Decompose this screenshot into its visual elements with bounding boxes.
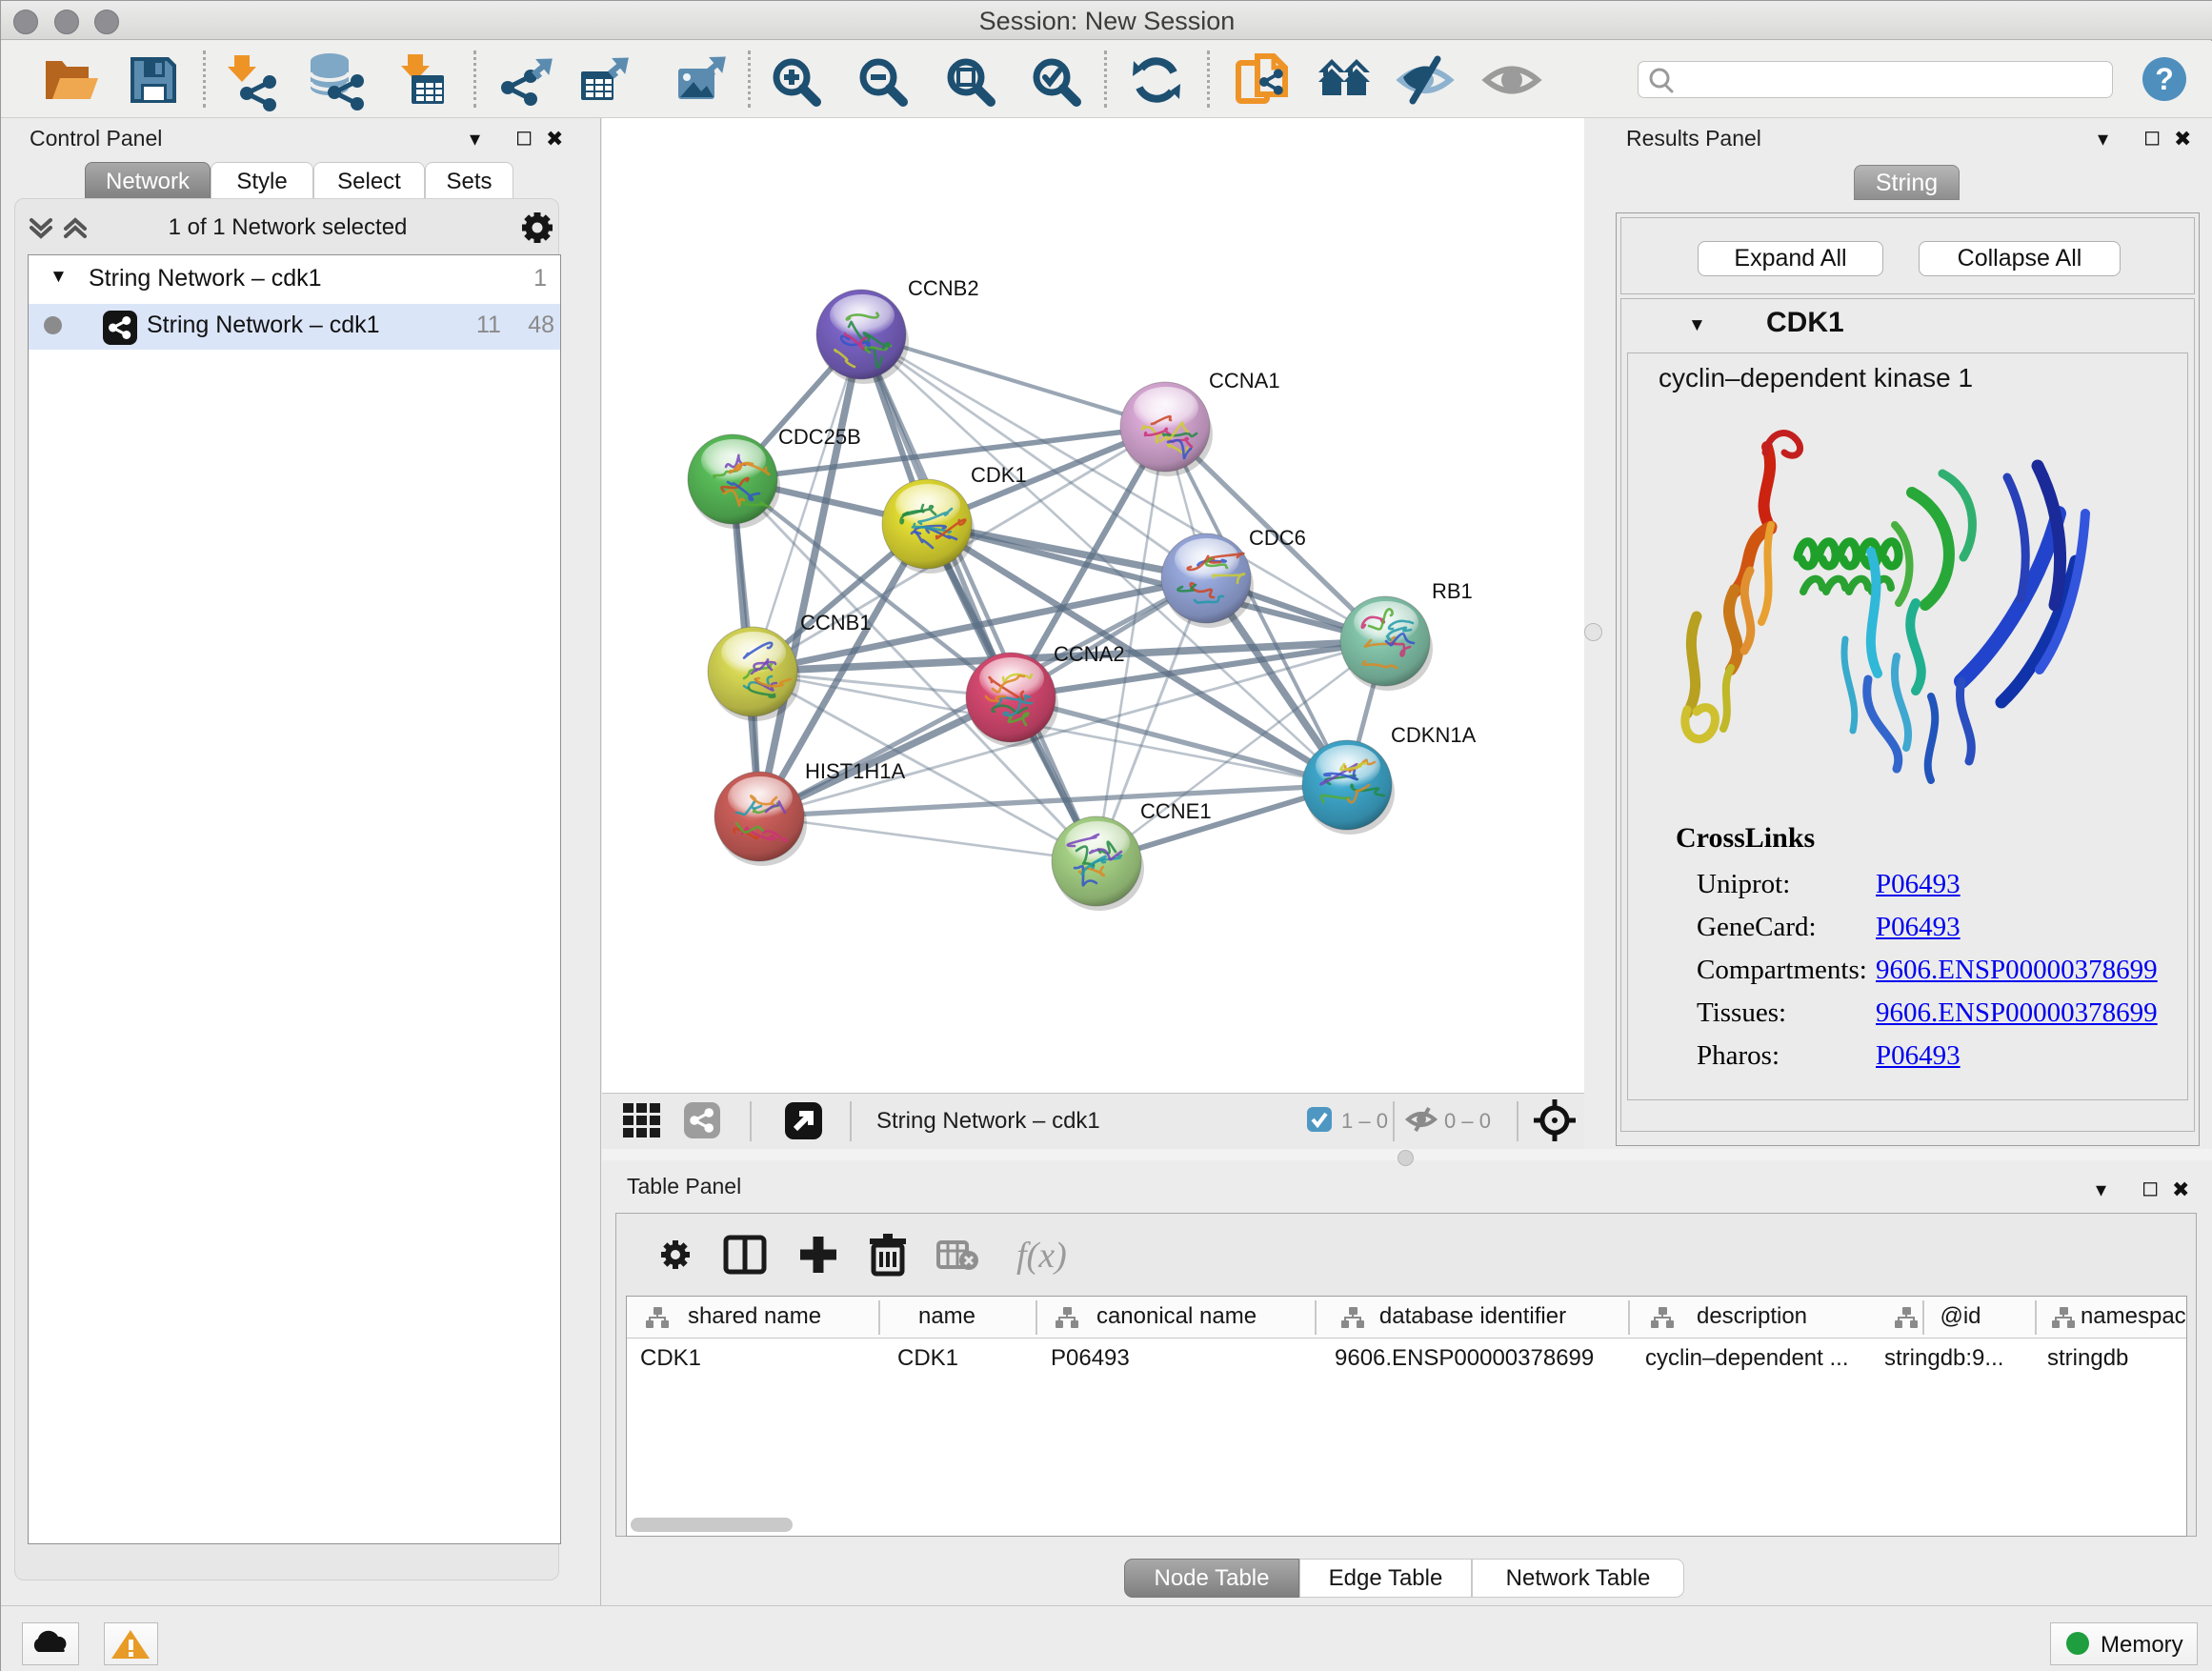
svg-text:CCNB2: CCNB2 <box>908 276 979 300</box>
svg-text:f(x): f(x) <box>1016 1236 1067 1276</box>
svg-text:CDKN1A: CDKN1A <box>1391 723 1477 747</box>
svg-text:CDC25B: CDC25B <box>778 425 861 449</box>
svg-text:HIST1H1A: HIST1H1A <box>805 759 905 783</box>
svg-text:CCNE1: CCNE1 <box>1140 799 1212 823</box>
svg-text:CDC6: CDC6 <box>1249 526 1306 550</box>
svg-text:?: ? <box>2155 62 2174 96</box>
svg-text:CDK1: CDK1 <box>971 463 1027 487</box>
svg-text:CCNB1: CCNB1 <box>800 611 872 634</box>
svg-text:CCNA2: CCNA2 <box>1054 642 1125 666</box>
svg-text:CCNA1: CCNA1 <box>1209 369 1280 393</box>
svg-text:RB1: RB1 <box>1432 579 1473 603</box>
